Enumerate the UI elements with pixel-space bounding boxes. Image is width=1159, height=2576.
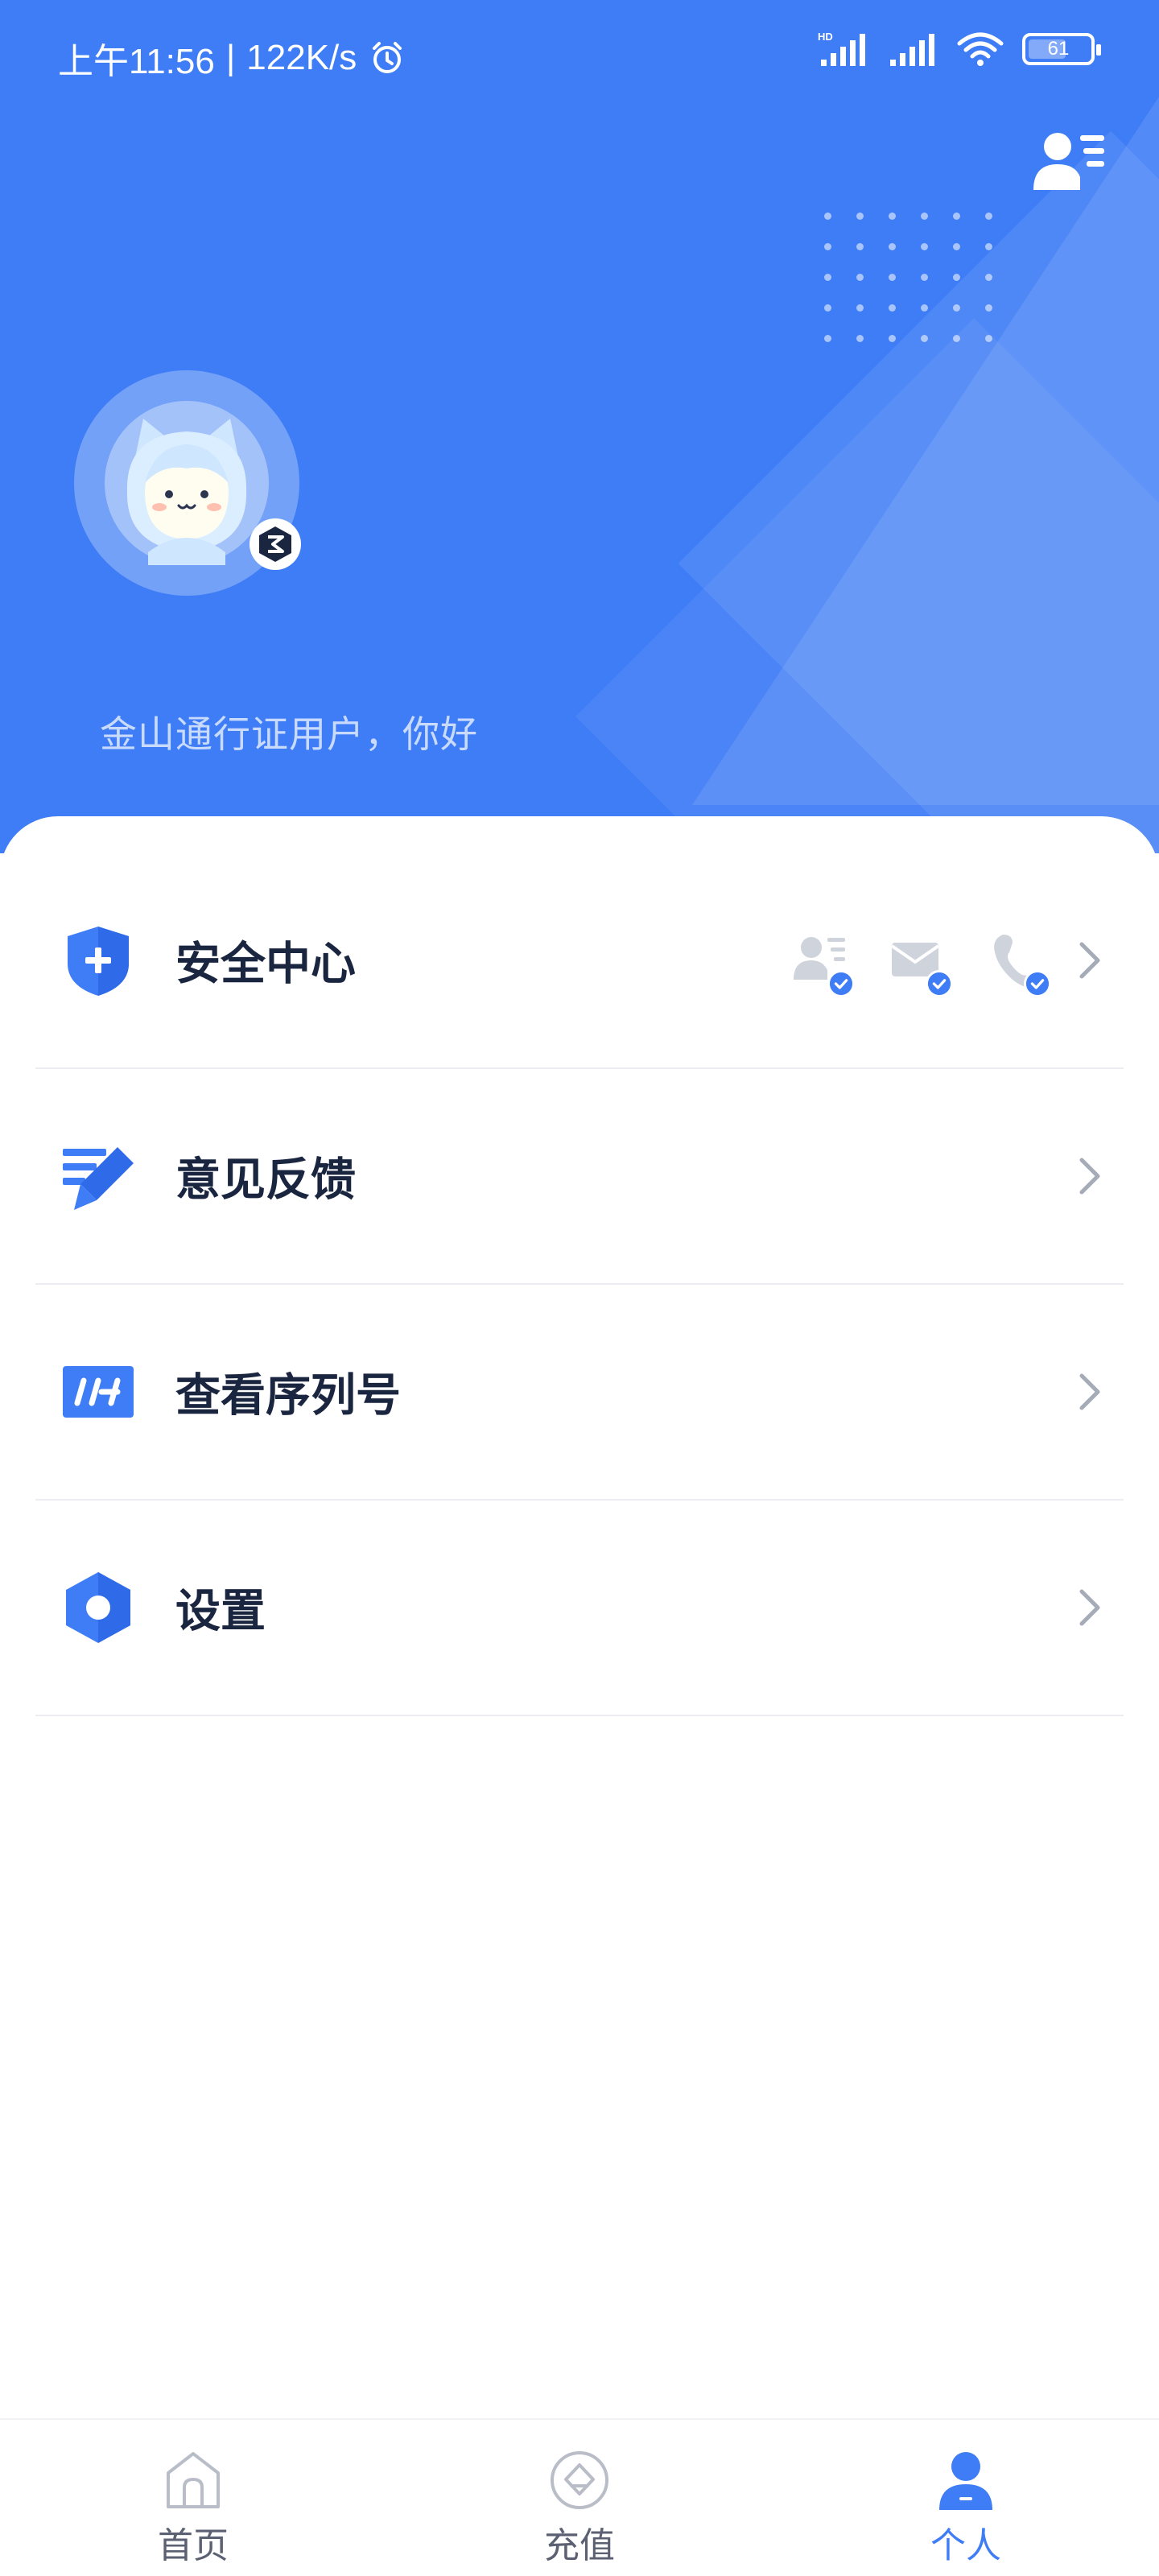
chevron-right-icon <box>1079 942 1100 979</box>
menu-item-serial[interactable]: 查看序列号 <box>35 1285 1124 1501</box>
net-speed: 122K/s <box>246 38 357 77</box>
status-separator: | <box>225 38 236 77</box>
menu-list: 安全中心 意见反馈 查看序列号 设置 <box>35 853 1124 1716</box>
battery-icon: 61 <box>1022 33 1101 65</box>
nav-tab-personal[interactable]: 个人 <box>773 2420 1159 2576</box>
id-card-verified-icon <box>789 930 855 997</box>
decor-dot-grid <box>824 213 1017 365</box>
menu-item-label: 安全中心 <box>175 938 356 991</box>
bottom-nav: 首页 充值 个人 <box>0 2418 1159 2576</box>
chevron-right-icon <box>1079 1589 1100 1626</box>
wifi-icon <box>957 32 1004 66</box>
status-right: HD 61 <box>818 31 1101 68</box>
menu-item-feedback[interactable]: 意见反馈 <box>35 1069 1124 1285</box>
email-verified-icon <box>887 930 953 997</box>
menu-item-security[interactable]: 安全中心 <box>35 853 1124 1069</box>
user-list-icon[interactable] <box>1030 129 1107 193</box>
status-left: 上午11:56 | 122K/s <box>58 32 406 84</box>
battery-level: 61 <box>1047 38 1070 60</box>
nav-tab-label: 充值 <box>544 2525 615 2566</box>
chevron-right-icon <box>1079 1373 1100 1410</box>
hexagon-gear-icon <box>66 1572 130 1643</box>
pencil-edit-icon <box>63 1147 134 1210</box>
nav-tab-label: 首页 <box>158 2525 229 2566</box>
greeting-text: 金山通行证用户，你好 <box>100 712 478 756</box>
serial-number-icon <box>63 1366 134 1418</box>
phone-verified-icon <box>985 930 1051 997</box>
person-icon <box>939 2452 992 2510</box>
account-badge-icon <box>250 518 301 570</box>
svg-text:HD: HD <box>818 31 833 43</box>
nav-tab-recharge[interactable]: 充值 <box>386 2420 773 2576</box>
avatar[interactable] <box>74 370 301 596</box>
recharge-icon <box>551 2451 608 2509</box>
menu-item-label: 意见反馈 <box>175 1154 356 1207</box>
shield-plus-icon <box>68 927 129 996</box>
status-bar: 上午11:56 | 122K/s HD 61 <box>0 0 1159 105</box>
security-bindings <box>789 930 1051 997</box>
hd-signal-icon: HD <box>818 31 865 66</box>
home-icon <box>167 2452 220 2508</box>
menu-item-label: 查看序列号 <box>175 1369 401 1422</box>
status-time: 上午11:56 <box>58 42 215 81</box>
mascot-avatar-icon <box>126 419 247 565</box>
menu-item-label: 设置 <box>175 1585 266 1638</box>
nav-tab-home[interactable]: 首页 <box>0 2420 386 2576</box>
nav-tab-label: 个人 <box>930 2525 1001 2566</box>
alarm-icon <box>373 42 402 73</box>
chevron-right-icon <box>1079 1158 1100 1195</box>
menu-item-settings[interactable]: 设置 <box>35 1501 1124 1716</box>
signal-icon <box>890 34 934 66</box>
